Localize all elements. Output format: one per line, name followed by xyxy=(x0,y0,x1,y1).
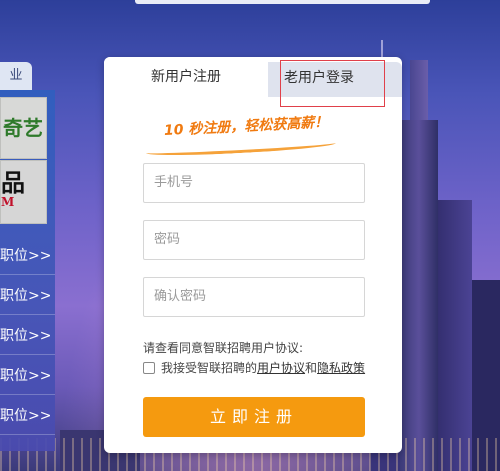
agreement-and: 和 xyxy=(305,361,318,375)
job-link[interactable]: 职位>> xyxy=(0,357,55,395)
job-link[interactable]: 职位>> xyxy=(0,397,55,435)
confirm-password-input[interactable]: 确认密码 xyxy=(143,277,365,317)
job-link[interactable]: 职位>> xyxy=(0,317,55,355)
agreement-text: 我接受智联招聘的 xyxy=(161,361,258,375)
password-input[interactable]: 密码 xyxy=(143,220,365,260)
agreement-checkbox[interactable] xyxy=(143,362,155,374)
job-link[interactable]: 职位>> xyxy=(0,237,55,275)
highlight-box xyxy=(280,60,385,107)
slogan-underline xyxy=(145,138,337,158)
tower-main xyxy=(400,60,438,471)
slogan: 10 秒注册，轻松获高薪！ xyxy=(163,114,329,139)
tower-building xyxy=(438,200,472,471)
user-agreement-link[interactable]: 用户协议 xyxy=(257,361,305,375)
company-logo-subtext: M xyxy=(1,195,15,209)
phone-input[interactable]: 手机号 xyxy=(143,163,365,203)
registration-card: 新用户注册 老用户登录 10 秒注册，轻松获高薪！ 手机号 密码 确认密码 请查… xyxy=(104,57,402,453)
company-logo-card[interactable]: 奇艺 xyxy=(0,97,47,159)
privacy-policy-link[interactable]: 隐私政策 xyxy=(317,361,365,375)
register-button[interactable]: 立即注册 xyxy=(143,397,365,437)
left-tab[interactable]: 业 xyxy=(0,62,32,90)
tab-register[interactable]: 新用户注册 xyxy=(104,57,268,97)
company-logo-text: 品 xyxy=(1,169,25,197)
company-logo-card[interactable]: 品 M xyxy=(0,160,47,224)
job-link[interactable]: 职位>> xyxy=(0,277,55,315)
agreement-prompt: 请查看同意智联招聘用户协议: xyxy=(143,341,304,355)
agreement-row: 我接受智联招聘的用户协议和隐私政策 xyxy=(143,360,365,378)
